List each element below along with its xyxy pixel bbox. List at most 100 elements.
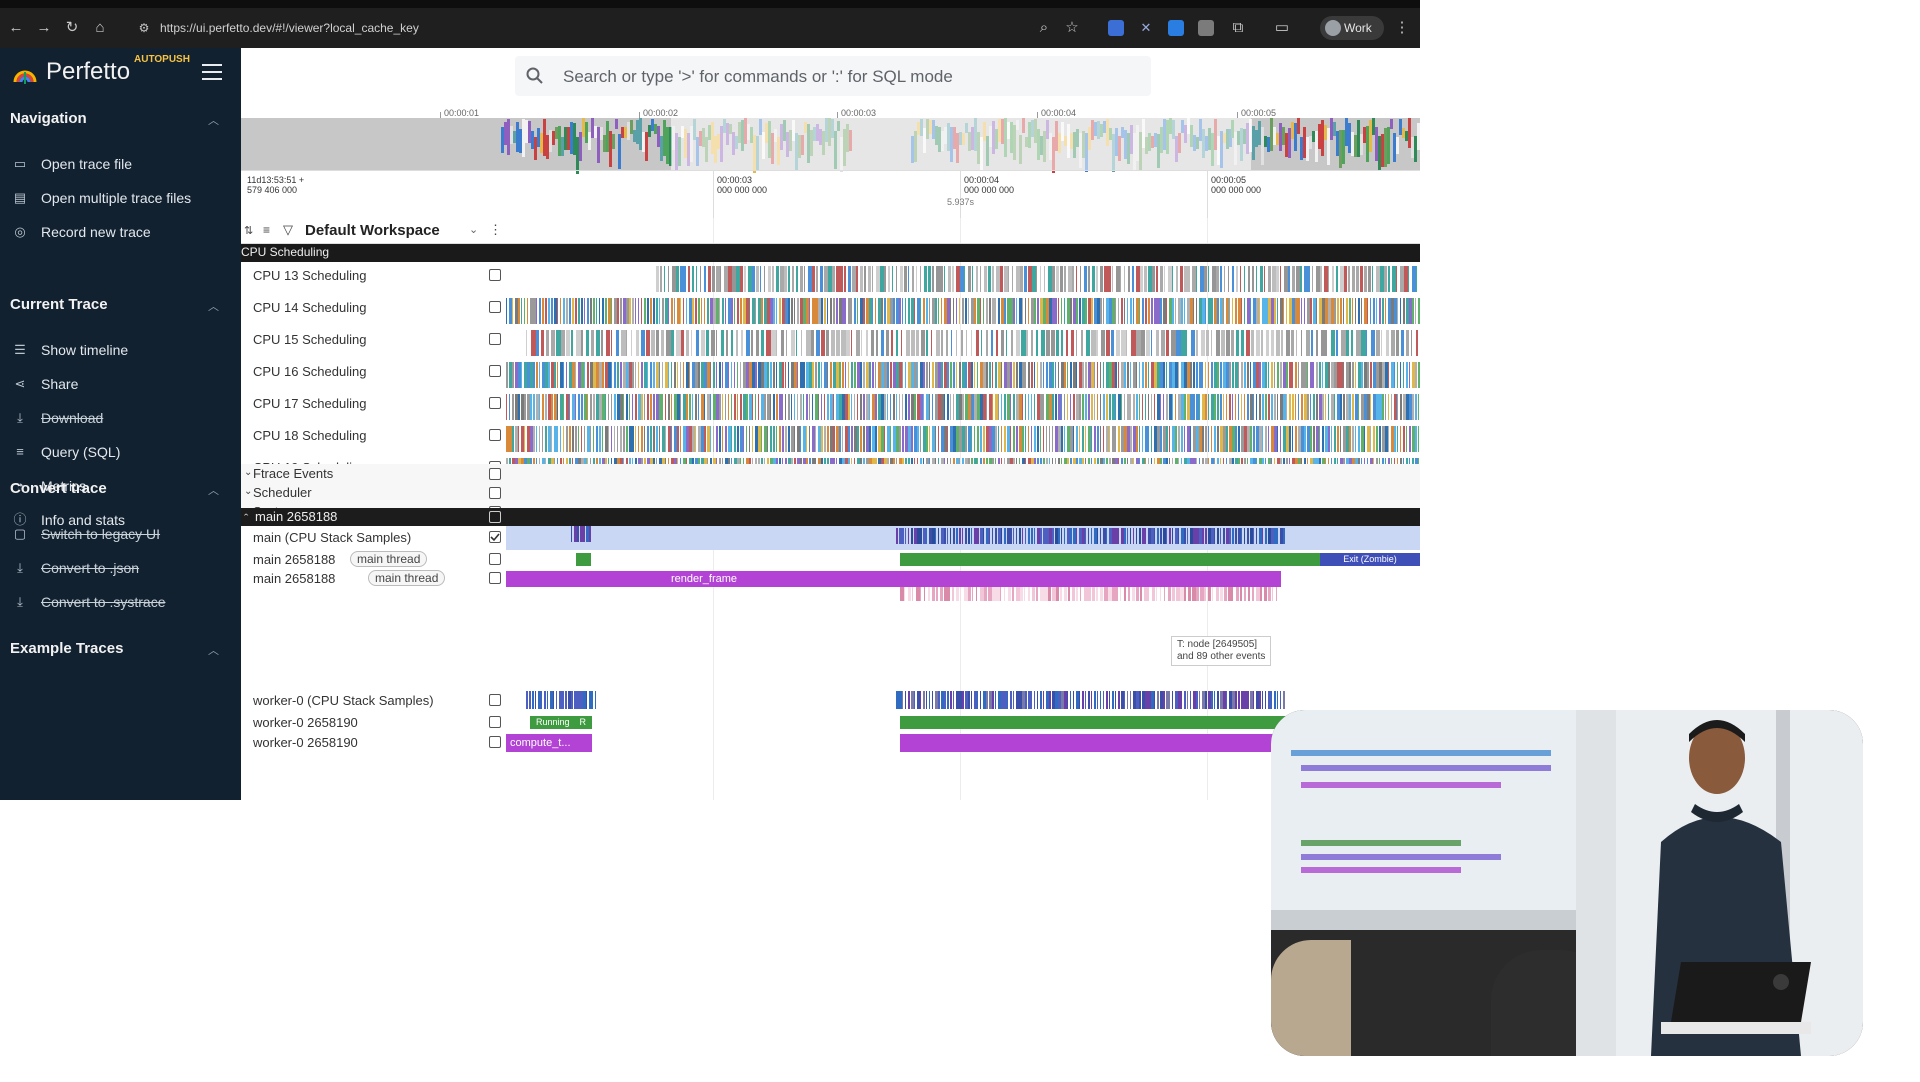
chevron-up-icon[interactable]: ︿ <box>208 482 219 498</box>
speaker-video-overlay <box>1271 710 1863 1056</box>
overview-tick-label: 00:00:03 <box>841 108 877 118</box>
cpu-track-row[interactable]: CPU 15 Scheduling <box>241 328 1420 360</box>
process-header[interactable]: ˆ main 2658188 <box>241 508 1420 526</box>
track-pin-checkbox[interactable] <box>489 365 501 377</box>
workspace-menu-icon[interactable]: ⋮ <box>489 222 502 238</box>
time-axis[interactable]: 11d13:53:51 + 579 406 000 00:00:03 000 00… <box>241 170 1420 219</box>
screen-extension-icon[interactable] <box>1198 20 1214 36</box>
sidebar-item[interactable]: ▭ Open trace file <box>0 150 241 178</box>
running-state-slice[interactable]: Running R <box>530 716 592 729</box>
track-pin-checkbox[interactable] <box>489 553 501 565</box>
sidebar-section-title[interactable]: Current Trace <box>10 296 108 313</box>
samples-lane[interactable] <box>506 691 1420 709</box>
track-pin-checkbox[interactable] <box>489 468 501 480</box>
collapse-all-icon[interactable]: ⇅ <box>244 224 253 237</box>
forward-icon[interactable]: → <box>34 18 54 38</box>
track-pin-checkbox[interactable] <box>489 269 501 281</box>
chevron-down-icon[interactable]: ⌄ <box>244 486 252 497</box>
home-icon[interactable]: ⌂ <box>90 18 110 38</box>
render-frame-slice[interactable]: render_frame <box>506 571 1281 587</box>
track-pin-checkbox[interactable] <box>489 301 501 313</box>
overview-heatmap[interactable] <box>241 118 1420 174</box>
chevron-up-icon[interactable]: ˆ <box>244 511 248 526</box>
cpu-track-lane[interactable] <box>506 330 1420 356</box>
track-pin-checkbox[interactable] <box>489 736 501 748</box>
sidebar-section-title[interactable]: Navigation <box>10 110 87 127</box>
cpu-track-lane[interactable] <box>506 362 1420 388</box>
cpu-track-lane[interactable] <box>506 266 1420 292</box>
expand-icon[interactable]: ≡ <box>263 223 270 237</box>
worker-samples-row[interactable]: worker-0 (CPU Stack Samples) <box>241 689 1420 713</box>
search-input[interactable]: Search or type '>' for commands or ':' f… <box>563 67 953 87</box>
sidebar-item[interactable]: ▢ Switch to legacy UI <box>0 520 241 548</box>
track-pin-checkbox[interactable] <box>489 429 501 441</box>
site-settings-icon[interactable]: ⚙ <box>134 18 154 38</box>
zoom-icon[interactable]: ⌕ <box>1034 18 1054 38</box>
sidebar-item[interactable]: ⋖ Share <box>0 370 241 398</box>
samples-lane[interactable] <box>506 526 1420 550</box>
thread-state-lane[interactable]: Exit (Zombie) <box>506 553 1420 566</box>
track-name: worker-0 2658190 <box>253 715 358 730</box>
cpu-track-lane[interactable] <box>506 298 1420 324</box>
main-thread-slices-row[interactable]: main 2658188 main thread render_frame <box>241 569 1420 689</box>
worker-thread-slices-row[interactable]: worker-0 2658190 compute_t... <box>241 733 1420 755</box>
cpu-track-row[interactable]: CPU 13 Scheduling <box>241 264 1420 296</box>
exit-state-slice[interactable]: Exit (Zombie) <box>1320 553 1420 566</box>
extension-icon[interactable] <box>1168 20 1184 36</box>
time-origin: 11d13:53:51 + 579 406 000 <box>247 175 305 195</box>
chevron-down-icon[interactable]: ⌄ <box>469 223 478 236</box>
track-pin-checkbox-checked[interactable] <box>489 531 501 543</box>
cpu-track-row[interactable]: CPU 17 Scheduling <box>241 392 1420 424</box>
compute-slice[interactable]: compute_t... <box>506 734 592 752</box>
sidebar-item[interactable]: ☰ Show timeline <box>0 336 241 364</box>
sidebar-item[interactable]: ⤓ Convert to .json <box>0 554 241 582</box>
chevron-down-icon[interactable]: ⌄ <box>244 467 252 478</box>
cpu-track-lane[interactable] <box>506 394 1420 420</box>
filter-icon[interactable]: ▽ <box>283 222 293 238</box>
chevron-up-icon[interactable]: ︿ <box>208 112 219 128</box>
overview-timeline[interactable]: 00:00:01 00:00:02 00:00:03 00:00:04 00:00:05… <box>241 100 1420 219</box>
track-pin-checkbox[interactable] <box>489 694 501 706</box>
cpu-scheduling-header[interactable]: CPU Scheduling <box>241 244 1420 262</box>
sidebar-item[interactable]: ◎ Record new trace <box>0 218 241 246</box>
x-extension-icon[interactable]: ✕ <box>1138 20 1154 36</box>
omnibox[interactable]: Search or type '>' for commands or ':' f… <box>515 56 1151 96</box>
cpu-track-row[interactable]: CPU 14 Scheduling <box>241 296 1420 328</box>
cpu-track-lane[interactable] <box>506 426 1420 452</box>
chevron-up-icon[interactable]: ︿ <box>208 298 219 314</box>
sidebar-item[interactable]: ⤓ Convert to .systrace <box>0 588 241 616</box>
workspace-name[interactable]: Default Workspace <box>305 222 440 239</box>
process-pin-checkbox[interactable] <box>489 511 501 523</box>
back-icon[interactable]: ← <box>6 18 26 38</box>
main-samples-row[interactable]: main (CPU Stack Samples) <box>241 526 1420 550</box>
sidebar-item[interactable]: ▤ Open multiple trace files <box>0 184 241 212</box>
worker-thread-state-row[interactable]: worker-0 2658190 Running R <box>241 713 1420 733</box>
main-thread-state-row[interactable]: main 2658188 main thread Exit (Zombie) <box>241 550 1420 569</box>
reload-icon[interactable]: ↻ <box>62 18 82 38</box>
menu-hamburger-icon[interactable] <box>202 64 222 80</box>
thread-tag: main thread <box>350 551 428 567</box>
track-pin-checkbox[interactable] <box>489 572 501 584</box>
bitwarden-extension-icon[interactable] <box>1108 20 1124 36</box>
chevron-up-icon[interactable]: ︿ <box>208 642 219 658</box>
cpu-track-row[interactable]: CPU 16 Scheduling <box>241 360 1420 392</box>
profile-button[interactable]: Work <box>1320 16 1384 40</box>
track-pin-checkbox[interactable] <box>489 333 501 345</box>
address-bar[interactable]: https://ui.perfetto.dev/#!/viewer?local_… <box>160 21 419 35</box>
sidebar-item[interactable]: ⤓ Download <box>0 404 241 432</box>
puzzle-extensions-icon[interactable]: ⧉ <box>1228 18 1248 38</box>
cpu-track-row[interactable]: CPU 18 Scheduling <box>241 424 1420 456</box>
side-panel-icon[interactable]: ▭ <box>1272 18 1292 38</box>
track-pin-checkbox[interactable] <box>489 397 501 409</box>
bookmark-star-icon[interactable]: ☆ <box>1062 18 1082 38</box>
time-axis-label: 00:00:04 000 000 000 <box>964 175 1015 195</box>
sidebar-item-label: Record new trace <box>41 224 151 240</box>
browser-menu-icon[interactable]: ⋮ <box>1392 18 1412 38</box>
track-pin-checkbox[interactable] <box>489 716 501 728</box>
sidebar-item[interactable]: ≡ Query (SQL) <box>0 438 241 466</box>
track-group-row[interactable]: ⌄ Scheduler <box>241 483 1420 502</box>
sidebar-section-title[interactable]: Convert trace <box>10 480 107 497</box>
track-group-row[interactable]: ⌄ Ftrace Events <box>241 464 1420 483</box>
track-pin-checkbox[interactable] <box>489 487 501 499</box>
sidebar-section-title[interactable]: Example Traces <box>10 640 123 657</box>
